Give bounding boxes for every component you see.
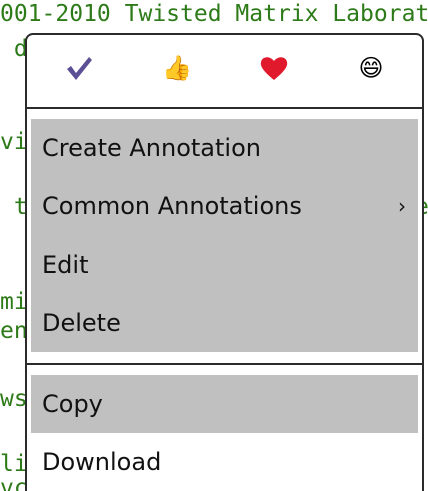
delete-label: Delete xyxy=(42,309,121,337)
heart-icon xyxy=(260,57,288,80)
common-annotations-item[interactable]: Common Annotations › xyxy=(31,177,418,235)
code-line: en xyxy=(0,318,28,344)
edit-label: Edit xyxy=(42,251,89,279)
menu-divider xyxy=(27,107,422,109)
download-label: Download xyxy=(42,448,162,476)
menu-divider xyxy=(27,363,422,365)
code-line: vi xyxy=(0,129,28,155)
thumbs-up-icon[interactable]: 👍 xyxy=(162,53,192,83)
create-annotation-label: Create Annotation xyxy=(42,134,261,162)
common-annotations-label: Common Annotations xyxy=(42,192,302,220)
code-line: t xyxy=(0,194,28,220)
code-line: ws xyxy=(0,386,28,412)
download-item[interactable]: Download xyxy=(31,433,418,491)
create-annotation-item[interactable]: Create Annotation xyxy=(31,119,418,177)
code-line: mi xyxy=(0,289,28,315)
check-mark-icon[interactable] xyxy=(64,53,94,83)
edit-item[interactable]: Edit xyxy=(31,236,418,294)
copy-item[interactable]: Copy xyxy=(31,375,418,433)
copy-label: Copy xyxy=(42,390,103,418)
delete-item[interactable]: Delete xyxy=(31,294,418,352)
code-line: 001-2010 Twisted Matrix Laborat xyxy=(0,1,428,27)
context-menu: 👍 😄 Create Annotation Common Annotations… xyxy=(25,33,424,491)
check-mark-icon xyxy=(67,57,92,80)
grinning-face-icon[interactable]: 😄 xyxy=(356,53,386,83)
code-line: d xyxy=(0,36,28,62)
heart-icon[interactable] xyxy=(259,53,289,83)
code-line: vc xyxy=(0,475,28,491)
chevron-right-icon: › xyxy=(398,194,406,218)
reaction-row: 👍 😄 xyxy=(27,35,422,108)
